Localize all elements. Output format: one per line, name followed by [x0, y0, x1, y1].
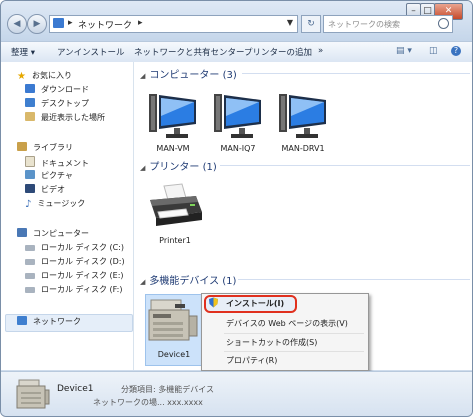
- computer-item-man-drv1[interactable]: MAN-DRV1: [274, 92, 332, 162]
- address-bar[interactable]: ▸ ネットワーク ▸ ▼: [49, 15, 298, 33]
- sidebar-item-pictures[interactable]: ピクチャ: [25, 170, 73, 184]
- context-menu-separator: [224, 351, 364, 352]
- device-thumbnail-icon: [15, 378, 51, 410]
- context-menu-install[interactable]: インストール(I): [226, 298, 284, 309]
- command-bar: 整理 ▾ アンインストール ネットワークと共有センター プリンターの追加 » ▤…: [1, 41, 472, 63]
- computer-monitor-icon: [149, 94, 196, 138]
- computer-monitor-icon: [214, 94, 261, 138]
- address-dropdown-icon[interactable]: ▼: [287, 18, 293, 27]
- sidebar-network[interactable]: ネットワーク: [17, 316, 81, 330]
- device-item-device1[interactable]: Device1: [145, 296, 203, 366]
- computer-label: MAN-VM: [156, 144, 190, 153]
- libraries-icon: [17, 142, 27, 151]
- help-icon[interactable]: ?: [451, 46, 461, 56]
- sidebar-item-documents[interactable]: ドキュメント: [25, 156, 89, 170]
- uninstall-button[interactable]: アンインストール: [57, 46, 125, 58]
- title-bar: – □ ✕ ◀ ▶ ▸ ネットワーク ▸ ▼ ↻ ネットワークの検索: [1, 1, 472, 41]
- search-input[interactable]: ネットワークの検索: [328, 19, 400, 30]
- printer-item-printer1[interactable]: Printer1: [142, 182, 208, 252]
- sidebar-item-drive-e[interactable]: ローカル ディスク (E:): [25, 270, 124, 284]
- preview-pane-icon[interactable]: ◫: [429, 46, 438, 56]
- group-divider: [242, 73, 470, 74]
- context-menu-properties[interactable]: プロパティ(R): [226, 355, 277, 366]
- organize-menu[interactable]: 整理 ▾: [11, 46, 35, 58]
- computer-monitor-icon: [279, 94, 326, 138]
- add-printer-button[interactable]: プリンターの追加: [244, 46, 312, 58]
- sidebar-item-desktop[interactable]: デスクトップ: [25, 98, 89, 112]
- recent-places-icon: [25, 112, 35, 121]
- refresh-button[interactable]: ↻: [301, 15, 321, 33]
- details-pane: Device1 分類項目: 多機能デバイス ネットワークの場... xxx.xx…: [1, 371, 472, 416]
- navigation-pane: ★ お気に入り ダウンロード デスクトップ 最近表示した場所 ライブラリ ドキュメ…: [1, 62, 134, 370]
- computer-label: MAN-DRV1: [281, 144, 325, 153]
- device-label: Device1: [157, 350, 191, 359]
- sidebar-libraries[interactable]: ライブラリ: [17, 142, 73, 156]
- desktop-icon: [25, 98, 35, 107]
- computer-label: MAN-IQ7: [220, 144, 256, 153]
- sidebar-item-music[interactable]: ♪ ミュージック: [25, 198, 85, 212]
- multifunction-device-icon: [148, 299, 198, 341]
- documents-icon: [25, 156, 35, 167]
- search-box[interactable]: ネットワークの検索: [323, 15, 453, 33]
- group-header-computers[interactable]: ◢ コンピューター (3): [140, 66, 237, 81]
- context-menu: インストール(I) デバイスの Web ページの表示(V) ショートカットの作成…: [201, 293, 369, 371]
- forward-button[interactable]: ▶: [27, 14, 47, 34]
- printer-label: Printer1: [159, 236, 191, 245]
- view-options-icon[interactable]: ▤ ▾: [396, 46, 412, 56]
- collapse-arrow-icon[interactable]: ◢: [140, 164, 145, 172]
- group-header-multifunction-devices[interactable]: ◢ 多機能デバイス (1): [140, 272, 236, 287]
- details-category: 分類項目: 多機能デバイス: [121, 385, 214, 394]
- group-header-printers[interactable]: ◢ プリンター (1): [140, 158, 217, 173]
- computer-item-man-iq7[interactable]: MAN-IQ7: [209, 92, 267, 162]
- more-commands-button[interactable]: »: [318, 46, 323, 56]
- collapse-arrow-icon[interactable]: ◢: [140, 278, 145, 286]
- context-menu-create-shortcut[interactable]: ショートカットの作成(S): [226, 337, 317, 348]
- network-folder-icon: [53, 18, 64, 28]
- sidebar-item-drive-f[interactable]: ローカル ディスク (F:): [25, 284, 122, 298]
- drive-icon: [25, 273, 35, 279]
- breadcrumb-separator-2[interactable]: ▸: [138, 18, 143, 28]
- drive-icon: [25, 245, 35, 251]
- computer-item-man-vm[interactable]: MAN-VM: [144, 92, 202, 162]
- music-icon: ♪: [25, 199, 32, 210]
- sidebar-computer[interactable]: コンピューター: [17, 228, 89, 242]
- group-divider: [238, 279, 470, 280]
- network-icon: [17, 316, 27, 325]
- group-divider: [220, 165, 470, 166]
- details-location: ネットワークの場... xxx.xxxx: [93, 398, 203, 407]
- sidebar-item-downloads[interactable]: ダウンロード: [25, 84, 89, 98]
- sidebar-item-videos[interactable]: ビデオ: [25, 184, 65, 198]
- breadcrumb-separator[interactable]: ▸: [68, 18, 73, 28]
- explorer-window: – □ ✕ ◀ ▶ ▸ ネットワーク ▸ ▼ ↻ ネットワークの検索 整理 ▾ …: [0, 0, 473, 417]
- downloads-icon: [25, 84, 35, 93]
- videos-icon: [25, 184, 35, 193]
- search-icon[interactable]: [438, 18, 449, 29]
- collapse-arrow-icon[interactable]: ◢: [140, 72, 145, 80]
- back-button[interactable]: ◀: [7, 14, 27, 34]
- sidebar-item-drive-d[interactable]: ローカル ディスク (D:): [25, 256, 125, 270]
- breadcrumb-network[interactable]: ネットワーク: [78, 18, 132, 31]
- sidebar-favorites[interactable]: ★ お気に入り: [17, 70, 72, 84]
- network-sharing-center-button[interactable]: ネットワークと共有センター: [134, 46, 245, 58]
- drive-icon: [25, 259, 35, 265]
- printer-icon: [150, 183, 202, 226]
- details-name: Device1: [57, 384, 94, 394]
- star-icon: ★: [17, 71, 26, 82]
- sidebar-item-drive-c[interactable]: ローカル ディスク (C:): [25, 242, 124, 256]
- context-menu-view-web-page[interactable]: デバイスの Web ページの表示(V): [226, 318, 348, 329]
- uac-shield-icon: [208, 297, 219, 308]
- pictures-icon: [25, 170, 35, 179]
- computer-icon: [17, 228, 27, 237]
- context-menu-separator: [224, 333, 364, 334]
- drive-icon: [25, 287, 35, 293]
- sidebar-item-recent-places[interactable]: 最近表示した場所: [25, 112, 105, 126]
